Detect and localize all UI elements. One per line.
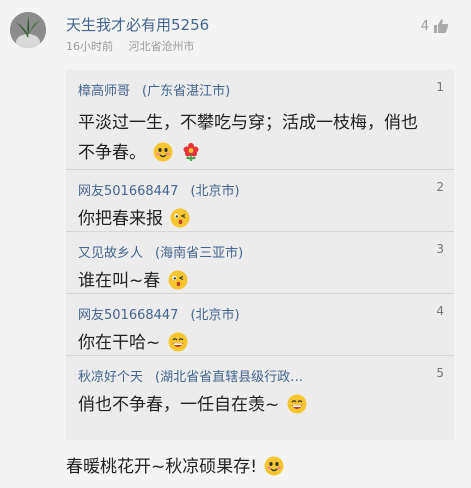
smile-emoji-icon (264, 456, 284, 476)
reply-location: (湖北省省直辖县级行政… (155, 370, 304, 385)
grin-emoji-icon (168, 332, 188, 352)
reply-number: 3 (436, 242, 444, 256)
reply-location: (广东省湛江市) (142, 84, 231, 99)
comment-text: 春暖桃花开~秋凉硕果存! (66, 452, 284, 477)
thumbs-up-icon (434, 19, 449, 33)
reply-text: 俏也不争春，一任自在羡~ (78, 390, 430, 420)
reply-username[interactable]: 网友501668447 (78, 308, 178, 323)
reply-location: (北京市) (190, 184, 240, 199)
reply-username[interactable]: 樟高师哥 (78, 84, 130, 99)
reply-text: 平淡过一生，不攀吃与穿；活成一枝梅，俏也不争春。 (78, 108, 430, 168)
reply-item[interactable]: 樟高师哥 (广东省湛江市) 1 平淡过一生，不攀吃与穿；活成一枝梅，俏也不争春。 (66, 70, 454, 170)
reply-item[interactable]: 秋凉好个天 (湖北省省直辖县级行政… 5 俏也不争春，一任自在羡~ (66, 356, 454, 440)
reply-username[interactable]: 网友501668447 (78, 184, 178, 199)
like-button[interactable]: 4 (421, 18, 449, 34)
reply-text-content: 平淡过一生，不攀吃与穿；活成一枝梅，俏也不争春。 (78, 113, 418, 163)
avatar[interactable] (10, 12, 46, 48)
comment-username[interactable]: 天生我才必有用5256 (66, 14, 209, 35)
comment-text-content: 春暖桃花开~秋凉硕果存! (66, 457, 258, 477)
like-count: 4 (420, 18, 429, 34)
plant-icon (10, 12, 46, 48)
reply-list: 樟高师哥 (广东省湛江市) 1 平淡过一生，不攀吃与穿；活成一枝梅，俏也不争春。 (66, 70, 454, 440)
smile-emoji-icon (153, 142, 173, 162)
reply-item[interactable]: 网友501668447 (北京市) 2 你把春来报 (66, 170, 454, 232)
reply-username[interactable]: 又见故乡人 (78, 246, 143, 261)
reply-item[interactable]: 网友501668447 (北京市) 4 你在干哈~ (66, 294, 454, 356)
reply-number: 1 (436, 80, 444, 94)
reply-number: 2 (436, 180, 444, 194)
comment-time: 16小时前 (66, 40, 113, 53)
reply-text: 你在干哈~ (78, 328, 430, 358)
comment-meta: 16小时前 河北省沧州市 (66, 38, 195, 54)
reply-text: 谁在叫~春 (78, 266, 430, 296)
reply-number: 5 (436, 366, 444, 380)
kiss-emoji-icon (168, 270, 188, 290)
reply-text-content: 俏也不争春，一任自在羡~ (78, 395, 280, 415)
reply-location: (海南省三亚市) (155, 246, 244, 261)
reply-item[interactable]: 又见故乡人 (海南省三亚市) 3 谁在叫~春 (66, 232, 454, 294)
reply-username[interactable]: 秋凉好个天 (78, 370, 143, 385)
reply-location: (北京市) (190, 308, 240, 323)
kiss-emoji-icon (170, 208, 190, 228)
flower-emoji-icon (183, 143, 199, 161)
reply-text: 你把春来报 (78, 204, 430, 234)
grin-emoji-icon (287, 394, 307, 414)
reply-text-content: 谁在叫~春 (78, 271, 161, 291)
reply-text-content: 你在干哈~ (78, 333, 161, 353)
reply-text-content: 你把春来报 (78, 209, 163, 229)
reply-number: 4 (436, 304, 444, 318)
comment-location: 河北省沧州市 (128, 40, 195, 53)
